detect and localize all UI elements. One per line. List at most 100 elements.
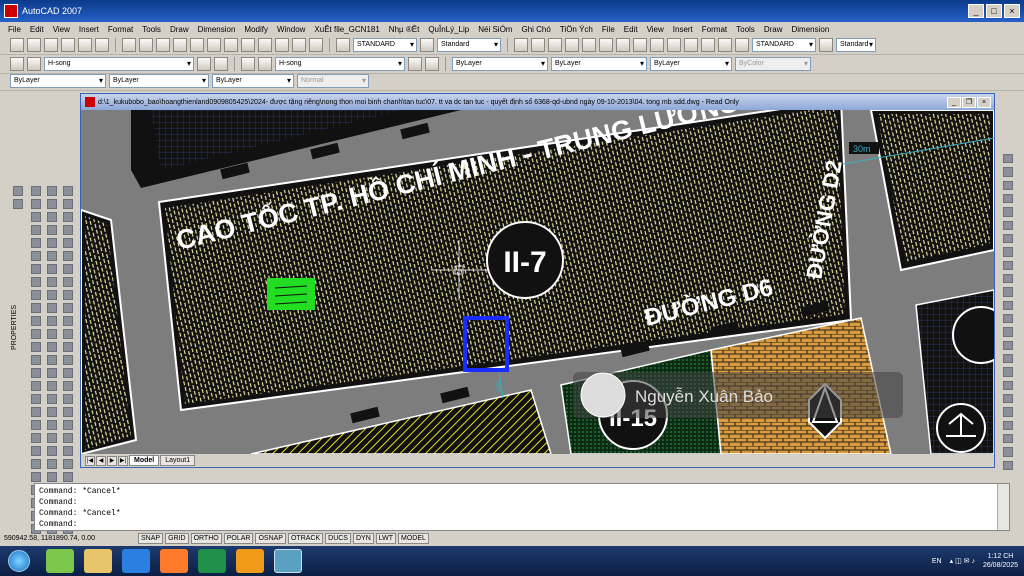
modify-tool-icon[interactable] — [47, 212, 57, 222]
draw-tool-icon[interactable] — [31, 225, 41, 235]
draw-tool-icon[interactable] — [31, 238, 41, 248]
model-toggle[interactable]: MODEL — [398, 533, 429, 544]
palette-tool-icon[interactable] — [13, 199, 23, 209]
right-tool-icon[interactable] — [1003, 193, 1013, 204]
right-tool-icon[interactable] — [1003, 273, 1013, 284]
right-tool-icon[interactable] — [1003, 313, 1013, 324]
right-tool-icon[interactable] — [1003, 353, 1013, 364]
custom-tool-icon[interactable] — [63, 368, 73, 378]
lwt-toggle[interactable]: LWT — [375, 533, 397, 544]
cut-icon[interactable] — [122, 38, 136, 52]
grid-toggle[interactable]: GRID — [165, 533, 189, 544]
menu-item[interactable]: Format — [108, 25, 133, 34]
start-button[interactable] — [8, 550, 30, 572]
command-input[interactable]: Command: — [39, 519, 1005, 530]
text-style-select-2[interactable]: STANDARD — [752, 38, 816, 52]
menu-item[interactable]: Window — [277, 25, 305, 34]
palette-tool-icon[interactable] — [13, 186, 23, 196]
command-scrollbar[interactable] — [997, 484, 1009, 530]
draw-tool-icon[interactable] — [31, 420, 41, 430]
modify-tool-icon[interactable] — [47, 225, 57, 235]
modify-tool-icon[interactable] — [47, 186, 57, 196]
menu-item[interactable]: File — [8, 25, 21, 34]
right-tool-icon[interactable] — [1003, 167, 1013, 177]
draw-tool-icon[interactable] — [31, 433, 41, 443]
command-window[interactable]: Command: *Cancel* Command: Command: *Can… — [34, 483, 1010, 531]
lightbulb-icon[interactable] — [258, 57, 272, 71]
lightbulb-icon[interactable] — [27, 57, 41, 71]
excel-icon[interactable] — [198, 549, 226, 573]
right-tool-icon[interactable] — [1003, 287, 1013, 297]
modify-tool-icon[interactable] — [47, 381, 57, 391]
right-tool-icon[interactable] — [1003, 367, 1013, 377]
design-center-icon[interactable] — [309, 38, 323, 52]
custom-tool-icon[interactable] — [63, 199, 73, 209]
drawing-close-button[interactable]: × — [977, 96, 991, 108]
modify-tool-icon[interactable] — [47, 290, 57, 300]
save-icon[interactable] — [548, 38, 562, 52]
menu-item[interactable]: TiÖn Ých — [560, 25, 593, 34]
draw-tool-icon[interactable] — [31, 199, 41, 209]
layer-select[interactable]: H-song — [44, 57, 194, 71]
right-tool-icon[interactable] — [1003, 154, 1013, 164]
draw-tool-icon[interactable] — [31, 264, 41, 274]
tab-last-button[interactable]: ▶| — [118, 455, 128, 466]
right-tool-icon[interactable] — [1003, 207, 1013, 217]
custom-tool-icon[interactable] — [63, 316, 73, 326]
modify-tool-icon[interactable] — [47, 264, 57, 274]
zalo-icon[interactable] — [122, 549, 150, 573]
publish-icon[interactable] — [95, 38, 109, 52]
paste-icon[interactable] — [616, 38, 630, 52]
custom-tool-icon[interactable] — [63, 472, 73, 482]
menu-item[interactable]: Dimension — [198, 25, 236, 34]
ortho-toggle[interactable]: ORTHO — [190, 533, 222, 544]
custom-tool-icon[interactable] — [63, 420, 73, 430]
modify-tool-icon[interactable] — [47, 316, 57, 326]
zoom-prev-icon[interactable] — [275, 38, 289, 52]
menu-item[interactable]: XuÊt file_GCN181 — [314, 25, 379, 34]
menu-item[interactable]: Edit — [30, 25, 44, 34]
clock[interactable]: 1:12 CH 26/08/2025 — [983, 552, 1018, 570]
save-icon[interactable] — [44, 38, 58, 52]
custom-tool-icon[interactable] — [63, 303, 73, 313]
draw-tool-icon[interactable] — [31, 316, 41, 326]
undo-icon[interactable] — [633, 38, 647, 52]
draw-tool-icon[interactable] — [31, 368, 41, 378]
menu-item[interactable]: QuÎnLý_Lip — [428, 25, 469, 34]
paste-icon[interactable] — [156, 38, 170, 52]
app-orange-icon[interactable] — [236, 549, 264, 573]
ducs-toggle[interactable]: DUCS — [325, 533, 351, 544]
pan-icon[interactable] — [650, 38, 664, 52]
dim-style-select[interactable]: Standard — [437, 38, 501, 52]
linetype-select[interactable]: ByLayer — [551, 57, 647, 71]
custom-tool-icon[interactable] — [63, 264, 73, 274]
zoom-window-icon[interactable] — [684, 38, 698, 52]
new-file-icon[interactable] — [10, 38, 24, 52]
modify-tool-icon[interactable] — [47, 199, 57, 209]
properties-palette-label[interactable]: PROPERTIES — [11, 290, 25, 350]
modify-tool-icon[interactable] — [47, 251, 57, 261]
modify-tool-icon[interactable] — [47, 446, 57, 456]
lineweight-select-2[interactable]: ByLayer — [212, 74, 294, 88]
modify-tool-icon[interactable] — [47, 394, 57, 404]
modify-tool-icon[interactable] — [47, 368, 57, 378]
right-tool-icon[interactable] — [1003, 380, 1013, 390]
custom-tool-icon[interactable] — [63, 355, 73, 365]
draw-tool-icon[interactable] — [31, 303, 41, 313]
copy-icon[interactable] — [139, 38, 153, 52]
print-icon[interactable] — [565, 38, 579, 52]
right-tool-icon[interactable] — [1003, 407, 1013, 417]
linetype-select-2[interactable]: ByLayer — [109, 74, 209, 88]
menu-item[interactable]: Modify — [244, 25, 268, 34]
dim-style-icon[interactable] — [819, 38, 833, 52]
folder-icon[interactable] — [84, 549, 112, 573]
modify-tool-icon[interactable] — [47, 329, 57, 339]
color-select-2[interactable]: ByLayer — [10, 74, 106, 88]
zoom-window-icon[interactable] — [258, 38, 272, 52]
minimize-button[interactable]: _ — [968, 4, 984, 18]
draw-tool-icon[interactable] — [31, 394, 41, 404]
draw-tool-icon[interactable] — [31, 329, 41, 339]
right-tool-icon[interactable] — [1003, 233, 1013, 244]
text-style-select[interactable]: STANDARD — [353, 38, 417, 52]
custom-tool-icon[interactable] — [63, 290, 73, 300]
